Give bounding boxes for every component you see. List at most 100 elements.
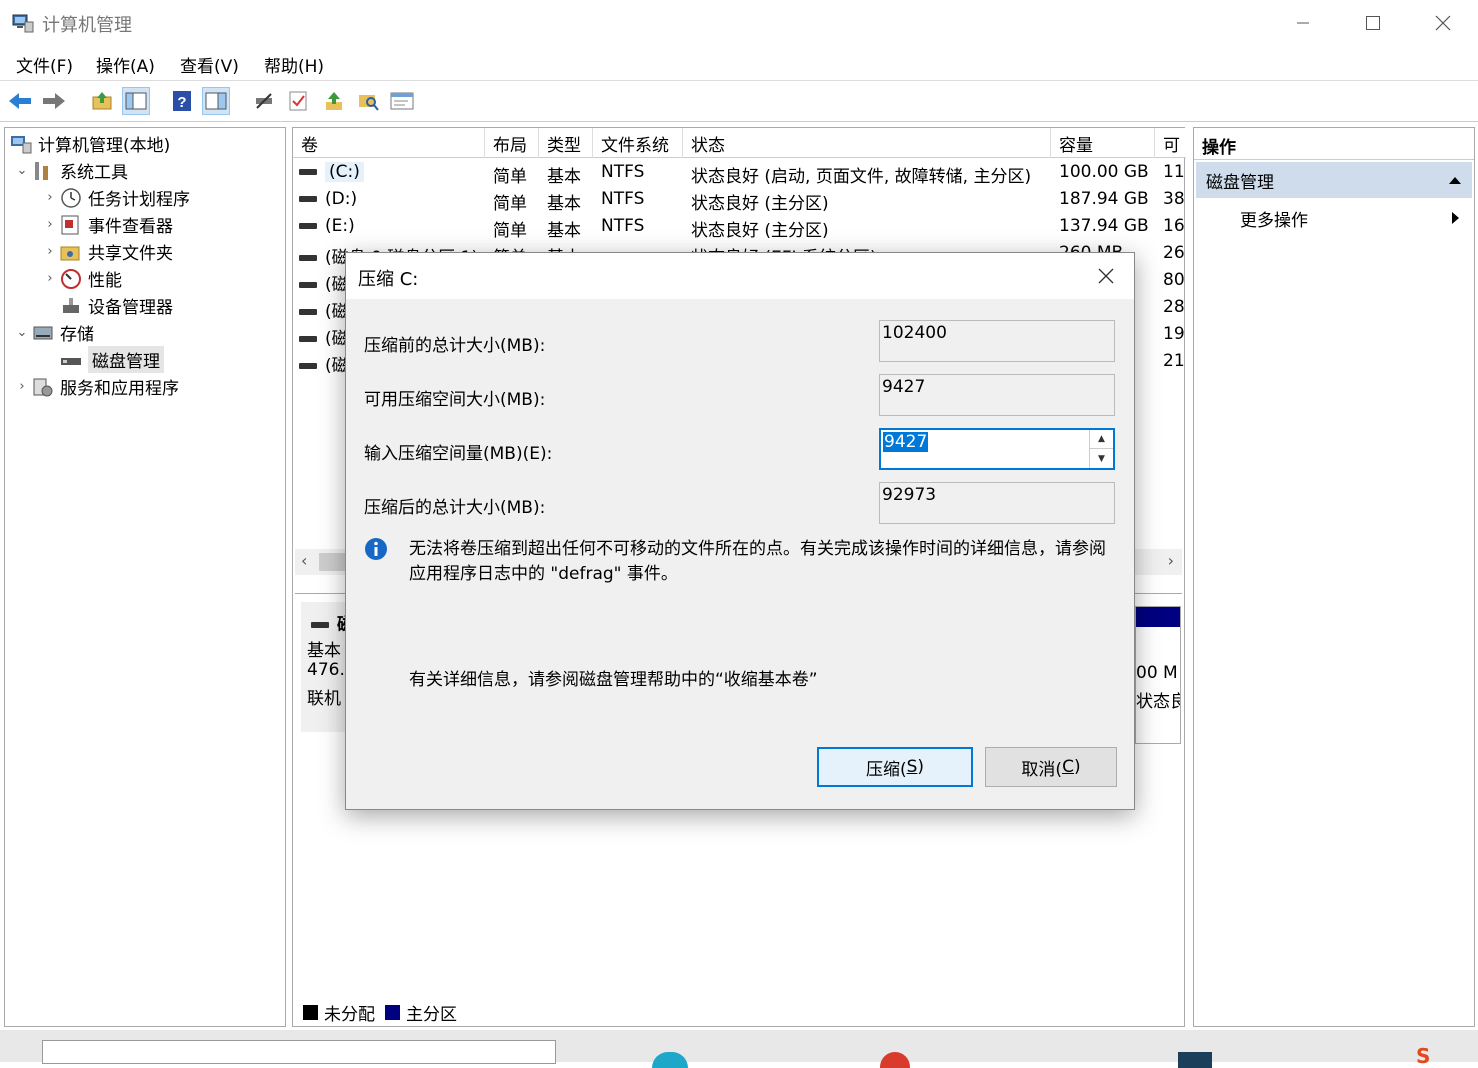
chevron-right-icon[interactable]: › xyxy=(41,244,59,259)
chevron-down-icon[interactable]: ⌄ xyxy=(13,163,31,178)
total-before-field: 102400 xyxy=(879,320,1115,362)
disk-icon xyxy=(311,622,329,628)
tree-item-services-and-applications[interactable]: › 服务和应用程序 xyxy=(13,373,179,400)
partition-status: 状态良 xyxy=(1136,692,1180,712)
close-icon xyxy=(1435,15,1451,31)
cell-status: 状态良好 (启动, 页面文件, 故障转储, 主分区) xyxy=(691,167,1032,187)
legend: 未分配 主分区 xyxy=(303,1000,457,1025)
tree-item-disk-management[interactable]: 磁盘管理 xyxy=(41,346,164,373)
maximize-button[interactable] xyxy=(1338,0,1408,46)
taskbar-app-icon[interactable] xyxy=(652,1052,688,1068)
col-layout[interactable]: 布局 xyxy=(485,128,539,158)
up-folder-button[interactable] xyxy=(88,87,116,115)
shrink-button[interactable]: 压缩(S) xyxy=(817,747,973,787)
cell-status: 状态良好 (主分区) xyxy=(691,194,829,214)
check-button[interactable] xyxy=(284,87,312,115)
tree-item-label: 共享文件夹 xyxy=(88,244,173,264)
action-pane-icon xyxy=(205,92,227,110)
chevron-down-icon[interactable]: ⌄ xyxy=(13,325,31,340)
export-button[interactable] xyxy=(320,87,348,115)
shrink-amount-stepper[interactable]: ▲ ▼ xyxy=(1089,430,1113,468)
menu-help[interactable]: 帮助(H) xyxy=(264,52,324,77)
volume-icon xyxy=(299,282,317,288)
legend-unallocated: 未分配 xyxy=(324,1005,375,1025)
actions-pane: 操作 磁盘管理 更多操作 xyxy=(1193,127,1475,1027)
tree-item-performance[interactable]: › 性能 xyxy=(41,265,122,292)
col-type[interactable]: 类型 xyxy=(539,128,593,158)
chevron-right-icon[interactable]: › xyxy=(13,379,31,394)
actions-section-disk-management[interactable]: 磁盘管理 xyxy=(1196,162,1472,198)
tree-item-task-scheduler[interactable]: › 任务计划程序 xyxy=(41,184,190,211)
volume-icon xyxy=(299,196,317,202)
table-row[interactable]: (D:) 简单 基本 NTFS 状态良好 (主分区) 187.94 GB 38 xyxy=(293,186,1186,214)
col-volume[interactable]: 卷 xyxy=(293,128,485,158)
dialog-close-button[interactable] xyxy=(1086,259,1126,293)
disk-size: 476. xyxy=(307,660,345,680)
cell-layout: 简单 xyxy=(493,221,527,241)
tree-item-storage[interactable]: ⌄ 存储 xyxy=(13,319,94,346)
checklist-icon xyxy=(289,91,307,111)
cell-free: 21 xyxy=(1163,351,1185,371)
menu-view[interactable]: 查看(V) xyxy=(180,52,239,77)
table-row[interactable]: (E:) 简单 基本 NTFS 状态良好 (主分区) 137.94 GB 16 xyxy=(293,213,1186,241)
taskbar-app-icon[interactable] xyxy=(1178,1052,1212,1068)
back-button[interactable] xyxy=(6,87,34,115)
chevron-right-icon[interactable]: › xyxy=(41,217,59,232)
menu-action[interactable]: 操作(A) xyxy=(96,52,155,77)
tree-item-system-tools[interactable]: ⌄ 系统工具 xyxy=(13,157,128,184)
volume-icon xyxy=(299,223,317,229)
forward-button[interactable] xyxy=(40,87,68,115)
storage-icon xyxy=(33,326,53,339)
chevron-right-icon[interactable]: › xyxy=(41,190,59,205)
performance-icon xyxy=(61,268,81,289)
partition-size: 00 M xyxy=(1136,663,1178,683)
properties-button[interactable] xyxy=(388,87,416,115)
partition-block[interactable]: 00 M 状态良 xyxy=(1135,606,1181,744)
actions-section-label: 磁盘管理 xyxy=(1206,172,1274,193)
shrink-amount-label: 输入压缩空间量(MB)(E): xyxy=(364,444,553,464)
show-hide-tree-button[interactable] xyxy=(122,87,150,115)
cell-free: 19 xyxy=(1163,324,1185,344)
tree-root[interactable]: 计算机管理(本地) xyxy=(9,130,170,157)
connect-button[interactable] xyxy=(250,87,278,115)
shrink-amount-input[interactable]: 9427 ▲ ▼ xyxy=(879,428,1115,470)
tree-item-event-viewer[interactable]: › 事件查看器 xyxy=(41,211,173,238)
chevron-right-icon[interactable]: › xyxy=(41,271,59,286)
tree-item-label: 存储 xyxy=(60,325,94,345)
tree-root-label: 计算机管理(本地) xyxy=(38,136,171,156)
total-before-value: 102400 xyxy=(882,323,947,343)
more-actions-item[interactable]: 更多操作 xyxy=(1194,200,1474,236)
table-row[interactable]: (C:) 简单 基本 NTFS 状态良好 (启动, 页面文件, 故障转储, 主分区) 10… xyxy=(293,159,1186,187)
find-button[interactable] xyxy=(354,87,382,115)
taskbar-search-box[interactable] xyxy=(42,1040,556,1064)
help-icon: ? xyxy=(173,91,191,111)
help-button[interactable]: ? xyxy=(168,87,196,115)
cancel-button[interactable]: 取消(C) xyxy=(985,747,1117,787)
menu-file[interactable]: 文件(F) xyxy=(16,52,73,77)
scroll-right-icon[interactable]: › xyxy=(1168,551,1174,570)
taskbar-sogou-icon[interactable]: S xyxy=(1416,1044,1442,1068)
minimize-icon xyxy=(1297,22,1309,24)
col-capacity[interactable]: 容量 xyxy=(1051,128,1155,158)
show-hide-action-pane-button[interactable] xyxy=(202,87,230,115)
properties-icon xyxy=(390,92,414,110)
cell-fs: NTFS xyxy=(601,189,645,209)
cell-fs: NTFS xyxy=(601,216,645,236)
volume-icon xyxy=(299,255,317,261)
menu-bar: 文件(F) 操作(A) 查看(V) 帮助(H) xyxy=(0,46,1478,80)
spin-down-icon[interactable]: ▼ xyxy=(1090,449,1113,468)
col-free[interactable]: 可 xyxy=(1155,128,1186,158)
scroll-left-icon[interactable]: ‹ xyxy=(301,551,307,570)
minimize-button[interactable] xyxy=(1268,0,1338,46)
tree-item-label: 设备管理器 xyxy=(88,298,173,318)
cell-type: 基本 xyxy=(547,194,581,214)
tree-item-label: 服务和应用程序 xyxy=(60,379,179,399)
close-button[interactable] xyxy=(1408,0,1478,46)
col-filesystem[interactable]: 文件系统 xyxy=(593,128,683,158)
tree-item-shared-folders[interactable]: › 共享文件夹 xyxy=(41,238,173,265)
spin-up-icon[interactable]: ▲ xyxy=(1090,430,1113,449)
taskbar-app-icon[interactable] xyxy=(880,1052,910,1068)
col-status[interactable]: 状态 xyxy=(683,128,1051,158)
console-tree: 计算机管理(本地) ⌄ 系统工具 › 任务计划程序 › 事件查看器 › 共享文件夹 › 性能 设备管… xyxy=(4,127,286,1027)
tree-item-device-manager[interactable]: 设备管理器 xyxy=(41,292,173,319)
